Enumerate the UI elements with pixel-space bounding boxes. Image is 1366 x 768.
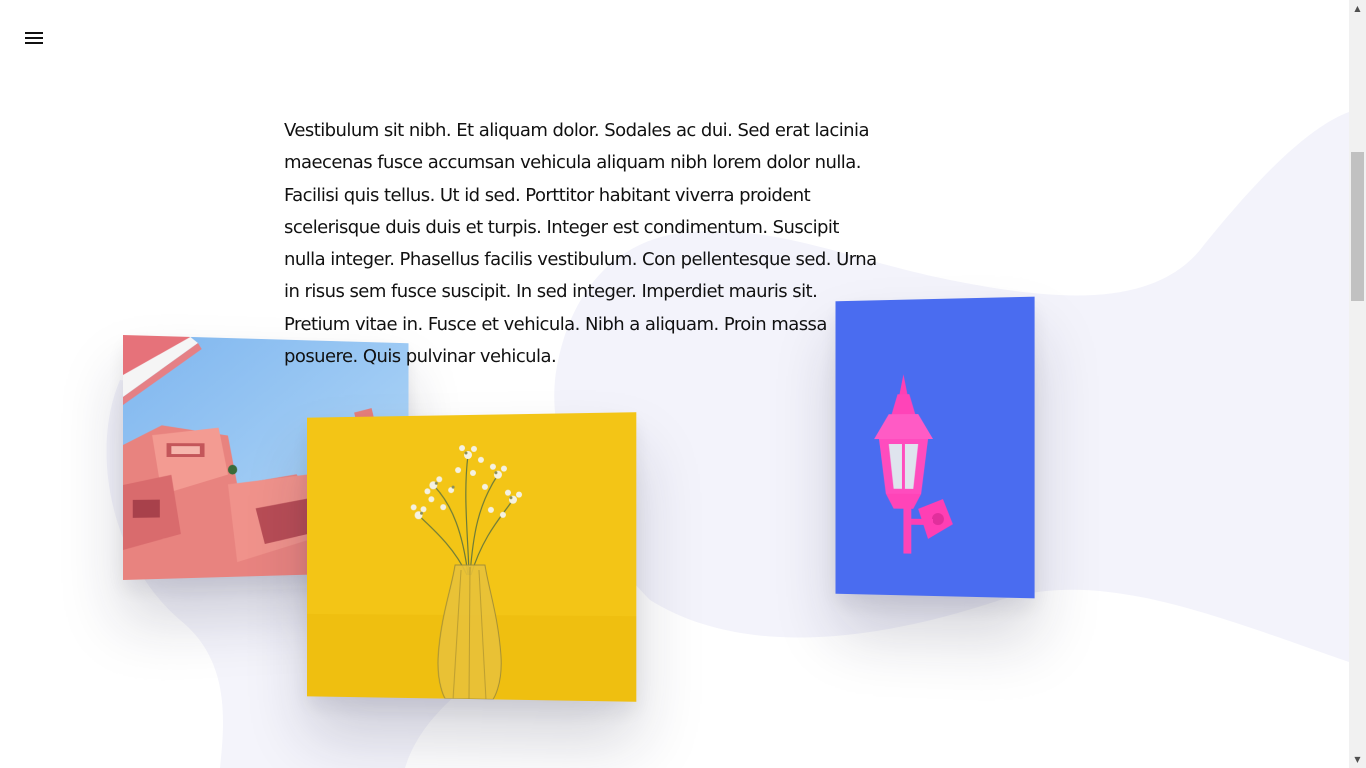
hamburger-menu-button[interactable] [22, 28, 46, 48]
scroll-up-arrow-icon[interactable]: ▲ [1349, 0, 1366, 17]
page: Vestibulum sit nibh. Et aliquam dolor. S… [0, 0, 1349, 768]
vertical-scrollbar[interactable]: ▲ ▼ [1349, 0, 1366, 768]
hamburger-menu-line [25, 37, 43, 39]
body-paragraph: Vestibulum sit nibh. Et aliquam dolor. S… [284, 120, 877, 368]
hamburger-menu-line [25, 42, 43, 44]
flowers-in-vase-photo [307, 412, 637, 702]
scrollbar-thumb[interactable] [1351, 152, 1364, 301]
scroll-down-arrow-icon[interactable]: ▼ [1349, 751, 1366, 768]
hamburger-menu-icon [25, 32, 43, 34]
